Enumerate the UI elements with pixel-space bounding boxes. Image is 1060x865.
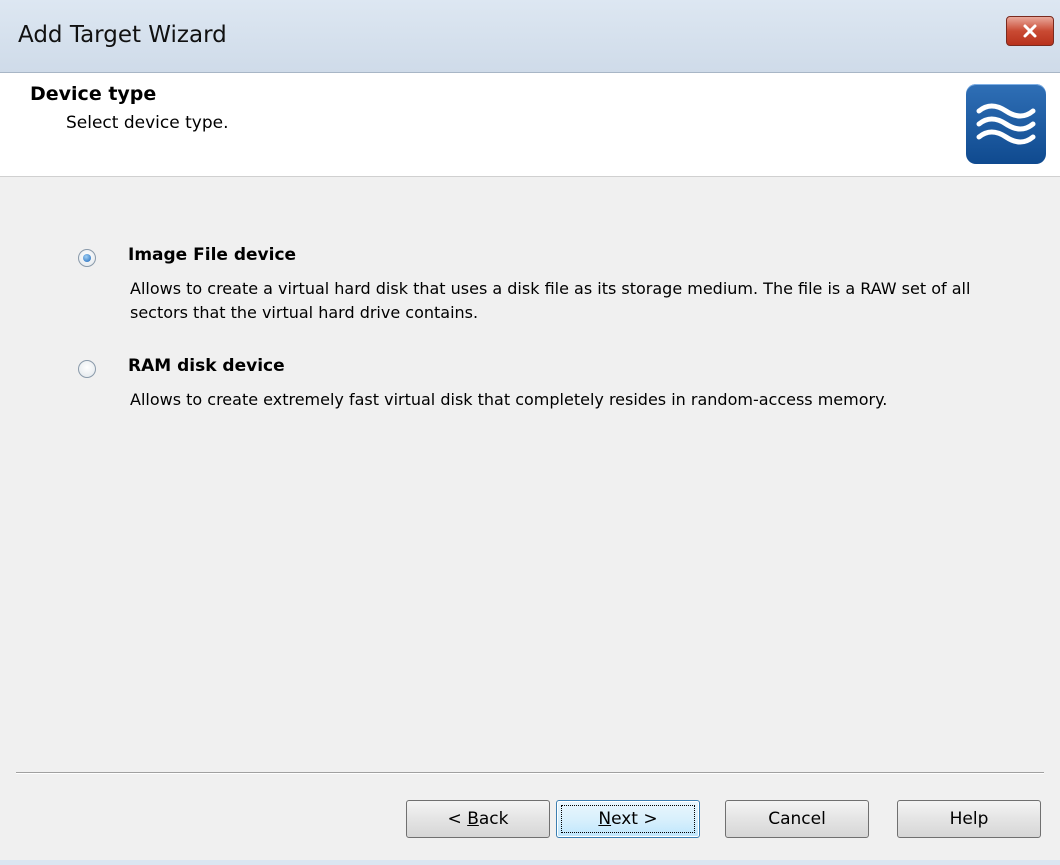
waves-icon — [976, 103, 1036, 145]
wizard-header: Device type Select device type. — [0, 73, 1060, 177]
next-button[interactable]: Next > — [556, 800, 700, 838]
image-file-description: Allows to create a virtual hard disk tha… — [130, 279, 971, 322]
back-button-rest: ack — [478, 809, 509, 829]
cancel-button[interactable]: Cancel — [725, 800, 869, 838]
back-button[interactable]: < Back — [406, 800, 550, 838]
ram-disk-radio[interactable] — [78, 360, 96, 378]
image-file-label[interactable]: Image File device — [128, 245, 296, 265]
close-icon — [1023, 24, 1037, 38]
page-subtitle: Select device type. — [66, 113, 229, 133]
wizard-window: Add Target Wizard Device type Select dev… — [0, 0, 1060, 865]
focus-ring — [561, 805, 695, 833]
ram-disk-description: Allows to create extremely fast virtual … — [130, 390, 888, 409]
back-button-prefix: < — [447, 809, 468, 829]
close-button[interactable] — [1006, 16, 1054, 46]
image-file-radio[interactable] — [78, 249, 96, 267]
wizard-body: Image File device Allows to create a vir… — [0, 177, 1060, 767]
window-bottom-border — [0, 860, 1060, 865]
footer-separator — [16, 772, 1044, 774]
ram-disk-label[interactable]: RAM disk device — [128, 356, 285, 376]
title-bar[interactable]: Add Target Wizard — [0, 0, 1060, 73]
back-button-mnemonic: B — [467, 809, 479, 829]
app-logo — [966, 84, 1046, 164]
window-title: Add Target Wizard — [18, 22, 227, 48]
page-title: Device type — [30, 83, 157, 105]
radio-selected-dot — [83, 254, 91, 262]
help-button[interactable]: Help — [897, 800, 1041, 838]
